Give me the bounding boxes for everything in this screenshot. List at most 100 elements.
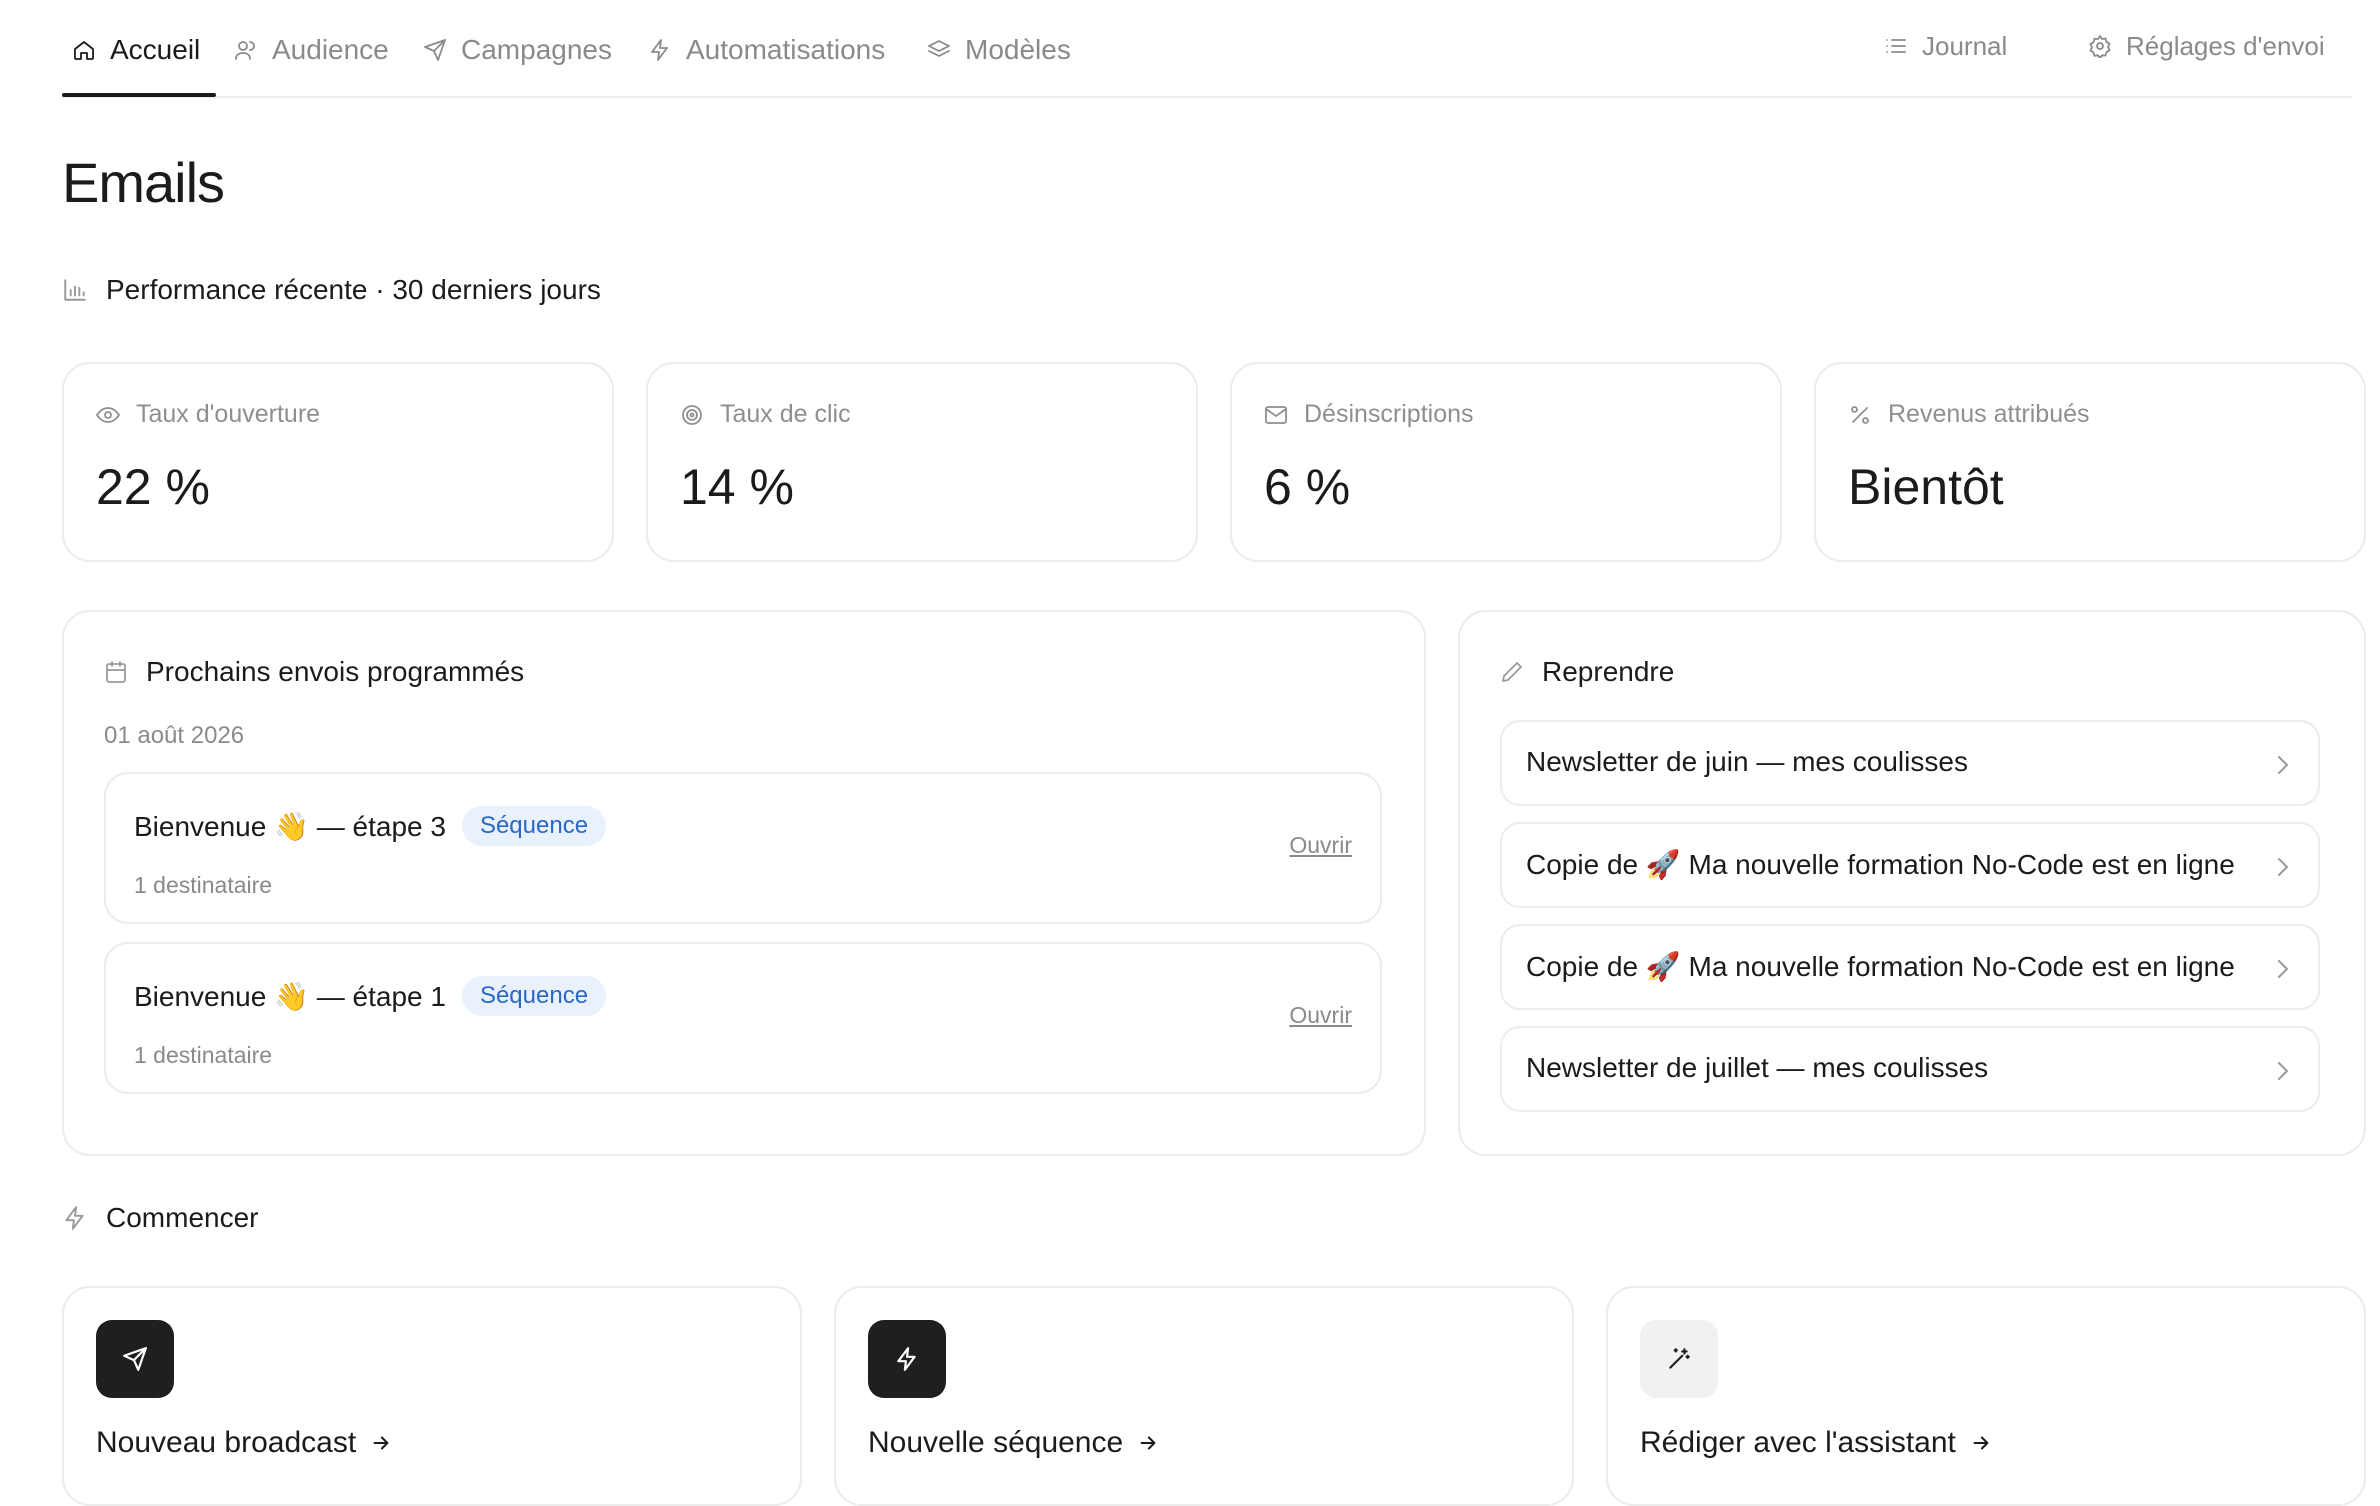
- journal-link[interactable]: Journal: [1884, 26, 2007, 66]
- tab-accueil[interactable]: Accueil: [72, 30, 200, 70]
- gear-icon: [2089, 35, 2111, 58]
- start-card-text: Nouvelle séquence: [868, 1426, 1124, 1459]
- top-navigation: Accueil Audience Campagnes Automatisatio…: [62, 0, 2352, 98]
- tab-campagnes[interactable]: Campagnes: [423, 30, 612, 70]
- start-card-icon: [1640, 1320, 1718, 1398]
- resume-draft-item[interactable]: Copie de 🚀 Ma nouvelle formation No-Code…: [1500, 924, 2320, 1010]
- start-heading-label: Commencer: [106, 1202, 259, 1233]
- bolt-icon: [65, 1206, 84, 1230]
- resume-heading: Reprendre: [1500, 656, 1674, 688]
- performance-heading: Performance récente · 30 derniers jours: [62, 274, 601, 306]
- recipient-count: 1 destinataire: [134, 872, 273, 898]
- metric-card-click-rate: Taux de clic 14 %: [646, 362, 1198, 562]
- target-icon: [682, 404, 702, 425]
- scheduled-sends-panel: Prochains envois programmés 01 août 2026…: [62, 610, 1426, 1156]
- metric-label-text: Revenus attribués: [1888, 400, 2090, 428]
- active-tab-indicator: [62, 93, 216, 97]
- resume-heading-label: Reprendre: [1542, 656, 1675, 687]
- magic-wand-icon: [1669, 1348, 1690, 1369]
- open-link[interactable]: Ouvrir: [1289, 1002, 1352, 1029]
- draft-title: Newsletter de juin — mes coulisses: [1526, 746, 1968, 777]
- send-icon: [123, 1347, 147, 1371]
- scheduled-item: Bienvenue 👋 — étape 1 Séquence 1 destina…: [104, 942, 1382, 1094]
- users-icon: [235, 41, 255, 60]
- recipient-count: 1 destinataire: [134, 1042, 273, 1068]
- pencil-icon: [1502, 662, 1522, 682]
- chevron-right-icon: [2278, 1062, 2288, 1080]
- layers-icon: [928, 40, 950, 57]
- metric-label-text: Désinscriptions: [1304, 400, 1474, 428]
- calendar-icon: [106, 661, 126, 683]
- resume-draft-item[interactable]: Copie de 🚀 Ma nouvelle formation No-Code…: [1500, 822, 2320, 908]
- bolt-icon: [651, 39, 668, 61]
- home-icon: [74, 41, 94, 60]
- start-card-text: Rédiger avec l'assistant: [1640, 1426, 1956, 1459]
- tab-modeles[interactable]: Modèles: [927, 30, 1071, 70]
- scheduled-item-name: Bienvenue 👋 — étape 1: [134, 980, 446, 1012]
- sequence-badge: Séquence: [461, 806, 607, 846]
- sending-settings-link[interactable]: Réglages d'envoi: [2088, 26, 2325, 66]
- start-card-label: Rédiger avec l'assistant: [1640, 1426, 1992, 1460]
- metric-label: Revenus attribués: [1848, 400, 2090, 429]
- bolt-icon: [897, 1347, 916, 1371]
- sending-settings-label: Réglages d'envoi: [2126, 30, 2325, 61]
- metric-label: Désinscriptions: [1264, 400, 1474, 429]
- metric-label-text: Taux de clic: [720, 400, 851, 428]
- scheduled-heading-label: Prochains envois programmés: [146, 656, 525, 687]
- performance-heading-label: Performance récente · 30 derniers jours: [106, 274, 601, 305]
- draft-title: Copie de 🚀 Ma nouvelle formation No-Code…: [1526, 849, 2235, 880]
- tab-label: Accueil: [110, 34, 201, 65]
- send-icon: [424, 39, 446, 61]
- list-icon: [1886, 39, 1906, 53]
- metric-value: Bientôt: [1848, 459, 2004, 515]
- start-card-text: Nouveau broadcast: [96, 1426, 357, 1459]
- resume-draft-item[interactable]: Newsletter de juin — mes coulisses: [1500, 720, 2320, 806]
- open-link[interactable]: Ouvrir: [1289, 832, 1352, 859]
- scheduled-heading: Prochains envois programmés: [104, 656, 524, 688]
- metric-value: 22 %: [96, 459, 210, 515]
- journal-label: Journal: [1922, 30, 2008, 61]
- draft-title: Newsletter de juillet — mes coulisses: [1526, 1052, 1989, 1083]
- new-broadcast-card[interactable]: Nouveau broadcast: [62, 1286, 802, 1506]
- eye-icon: [96, 406, 120, 423]
- start-heading: Commencer: [62, 1202, 258, 1234]
- draft-title: Copie de 🚀 Ma nouvelle formation No-Code…: [1526, 951, 2235, 982]
- metric-card-open-rate: Taux d'ouverture 22 %: [62, 362, 614, 562]
- tab-label: Automatisations: [686, 34, 886, 65]
- scheduled-item: Bienvenue 👋 — étape 3 Séquence 1 destina…: [104, 772, 1382, 924]
- metric-label-text: Taux d'ouverture: [136, 400, 321, 428]
- metric-value: 14 %: [680, 459, 794, 515]
- mail-icon: [1265, 405, 1287, 424]
- start-card-icon: [868, 1320, 946, 1398]
- resume-panel: Reprendre Newsletter de juin — mes couli…: [1458, 610, 2366, 1156]
- scheduled-item-title: Bienvenue 👋 — étape 3 Séquence: [134, 806, 607, 846]
- chevron-right-icon: [2278, 858, 2288, 876]
- arrow-right-icon: [1973, 1436, 1989, 1450]
- bar-chart-icon: [64, 279, 86, 301]
- chevron-right-icon: [2278, 960, 2288, 978]
- resume-draft-item[interactable]: Newsletter de juillet — mes coulisses: [1500, 1026, 2320, 1112]
- metric-label: Taux de clic: [680, 400, 851, 429]
- new-sequence-card[interactable]: Nouvelle séquence: [834, 1286, 1574, 1506]
- arrow-right-icon: [373, 1436, 389, 1450]
- start-card-label: Nouvelle séquence: [868, 1426, 1159, 1460]
- metric-value: 6 %: [1264, 459, 1351, 515]
- write-with-assistant-card[interactable]: Rédiger avec l'assistant: [1606, 1286, 2366, 1506]
- metric-label: Taux d'ouverture: [96, 400, 320, 429]
- tab-automatisations[interactable]: Automatisations: [648, 30, 885, 70]
- tab-label: Campagnes: [461, 34, 612, 65]
- percent-icon: [1851, 405, 1869, 424]
- schedule-date: 01 août 2026: [104, 722, 245, 749]
- tab-label: Modèles: [965, 34, 1071, 65]
- metric-card-revenue: Revenus attribués Bientôt: [1814, 362, 2366, 562]
- scheduled-item-title: Bienvenue 👋 — étape 1 Séquence: [134, 976, 607, 1016]
- tab-audience[interactable]: Audience: [234, 30, 389, 70]
- arrow-right-icon: [1140, 1436, 1156, 1450]
- metric-card-unsubscribes: Désinscriptions 6 %: [1230, 362, 1782, 562]
- sequence-badge: Séquence: [461, 976, 607, 1016]
- scheduled-item-name: Bienvenue 👋 — étape 3: [134, 810, 446, 842]
- start-card-icon: [96, 1320, 174, 1398]
- start-card-label: Nouveau broadcast: [96, 1426, 392, 1460]
- tab-label: Audience: [272, 34, 389, 65]
- chevron-right-icon: [2278, 756, 2288, 774]
